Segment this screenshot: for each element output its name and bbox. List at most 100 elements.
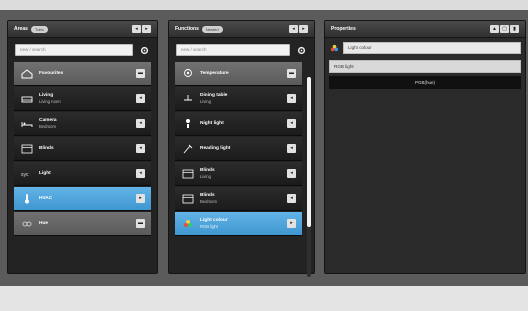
light-text-icon: syc [20,168,34,180]
area-item-text: Light [39,171,51,177]
area-item[interactable]: Blinds ◂ [14,137,151,161]
functions-panel: Functions Nested ◂ ▸ new / search Temper… [168,20,315,277]
night-light-icon [181,118,195,130]
blinds-icon [181,193,195,205]
area-item[interactable]: Living Living room ◂ [14,87,151,111]
areas-next-button[interactable]: ▸ [142,25,151,33]
properties-title-row: Light colour [329,40,521,56]
function-item-arrow-button[interactable]: ▸ [287,219,296,228]
area-item[interactable]: Hue ▬ [14,212,151,236]
area-item-text: Blinds [39,146,54,152]
area-item-label: Hue [39,220,49,226]
functions-scroll-thumb[interactable] [307,77,311,227]
function-item-sublabel: Bedroom [200,198,217,204]
function-item-label: Night light [200,120,224,126]
area-item-label: Favourites [39,70,64,76]
properties-panel: Properties ▲ ▢ ▮ Light colour RGB light … [324,20,526,274]
functions-list: Temperature ▬ Dining table Living ◂ Night lig… [169,62,314,236]
function-item-arrow-button[interactable]: ◂ [287,194,296,203]
function-item-label: Temperature [200,70,229,76]
function-item[interactable]: Temperature ▬ [175,62,302,86]
reading-light-icon [181,143,195,155]
thermometer-icon [20,193,34,205]
area-item-text: Camera Bedroom [39,118,57,130]
area-item-sublabel: Living room [39,98,61,104]
function-item-arrow-button[interactable]: ◂ [287,169,296,178]
color-wheel-icon [181,218,195,230]
function-item-sublabel: RGB light [200,223,218,229]
area-item[interactable]: HVAC ▸ [14,187,151,211]
properties-window-button[interactable]: ▢ [500,25,509,33]
area-item-arrow-button[interactable]: ▬ [136,69,145,78]
function-item-arrow-button[interactable]: ◂ [287,94,296,103]
color-wheel-icon [329,43,339,53]
functions-badge[interactable]: Nested [201,25,223,33]
area-item[interactable]: syc Light ◂ [14,162,151,186]
functions-search-row: new / search [169,38,314,62]
function-item-sublabel: Living [200,173,211,179]
area-item-label: HVAC [39,195,53,201]
area-item-arrow-button[interactable]: ◂ [136,144,145,153]
sofa-icon [20,93,34,105]
area-item-label: Light [39,170,51,176]
function-item-text: Temperature [200,71,229,77]
area-item-text: Favourites [39,71,63,77]
function-item-text: Reading light [200,146,230,152]
function-item-arrow-button[interactable]: ◂ [287,144,296,153]
lamp-icon [181,93,195,105]
areas-prev-button[interactable]: ◂ [132,25,141,33]
functions-scrollbar[interactable] [307,77,311,277]
area-item[interactable]: Favourites ▬ [14,62,151,86]
areas-header-buttons: ◂ ▸ [132,25,151,33]
home-icon [20,68,34,80]
areas-panel-title: Areas [14,26,28,32]
bed-icon [20,118,34,130]
area-item-text: Living Living room [39,93,61,105]
svg-text:syc: syc [21,172,29,178]
function-item[interactable]: Blinds Bedroom ◂ [175,187,302,211]
function-item-arrow-button[interactable]: ▬ [287,69,296,78]
area-item[interactable]: Camera Bedroom ◂ [14,112,151,136]
properties-pin-button[interactable]: ▮ [510,25,519,33]
properties-name-field[interactable]: Light colour [343,42,521,54]
functions-header-buttons: ◂ ▸ [289,25,308,33]
area-item-arrow-button[interactable]: ◂ [136,119,145,128]
area-item-arrow-button[interactable]: ◂ [136,169,145,178]
function-item-sublabel: Living [200,98,211,104]
function-item-arrow-button[interactable]: ◂ [287,119,296,128]
functions-prev-button[interactable]: ◂ [289,25,298,33]
gear-icon[interactable] [296,45,307,56]
properties-panel-header: Properties ▲ ▢ ▮ [325,21,525,38]
function-item[interactable]: Night light ◂ [175,112,302,136]
function-item[interactable]: Dining table Living ◂ [175,87,302,111]
function-item-text: Blinds Living [200,168,215,180]
areas-search-row: new / search [8,38,157,62]
function-item-text: Blinds Bedroom [200,193,217,205]
area-item-arrow-button[interactable]: ▸ [136,194,145,203]
thermostat-icon [181,68,195,80]
function-item-text: Light colour RGB light [200,218,228,230]
blinds-icon [181,168,195,180]
properties-color-picker[interactable]: PGB(hue) [329,76,521,89]
area-item-arrow-button[interactable]: ▬ [136,219,145,228]
functions-panel-header: Functions Nested ◂ ▸ [169,21,314,38]
function-item[interactable]: Blinds Living ◂ [175,162,302,186]
function-item-text: Night light [200,121,224,127]
areas-search-input[interactable]: new / search [15,44,133,56]
area-item-arrow-button[interactable]: ◂ [136,94,145,103]
function-item[interactable]: Light colour RGB light ▸ [175,212,302,236]
bottom-strip [0,286,528,311]
gear-icon[interactable] [139,45,150,56]
function-item[interactable]: Reading light ◂ [175,137,302,161]
function-item-label: Reading light [200,145,231,151]
hue-icon [20,218,34,230]
area-item-label: Blinds [39,145,54,151]
functions-search-input[interactable]: new / search [176,44,290,56]
properties-panel-title: Properties [331,26,356,32]
properties-up-button[interactable]: ▲ [490,25,499,33]
properties-type-field[interactable]: RGB light [329,60,521,73]
areas-panel-header: Areas Tutto ◂ ▸ [8,21,157,38]
areas-badge[interactable]: Tutto [30,25,48,33]
functions-next-button[interactable]: ▸ [299,25,308,33]
function-item-text: Dining table Living [200,93,227,105]
